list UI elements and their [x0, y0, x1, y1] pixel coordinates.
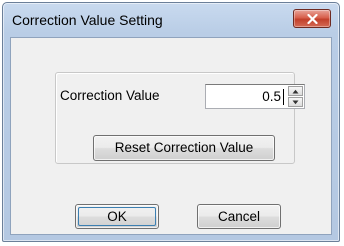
title-bar[interactable]: Correction Value Setting — [3, 3, 339, 37]
correction-value-label: Correction Value — [60, 88, 160, 103]
correction-value-input[interactable] — [208, 87, 284, 106]
triangle-up-icon — [292, 89, 299, 94]
window-title: Correction Value Setting — [12, 12, 163, 28]
ok-button[interactable]: OK — [75, 204, 159, 229]
dialog-body: Correction Value Reset Correction Value … — [10, 37, 332, 235]
correction-value-spinbox[interactable] — [205, 84, 305, 109]
reset-correction-value-button[interactable]: Reset Correction Value — [93, 135, 275, 161]
spin-down-button[interactable] — [288, 97, 303, 107]
triangle-down-icon — [292, 100, 299, 105]
dialog-window: Correction Value Setting Correction Valu… — [2, 2, 340, 242]
close-button[interactable] — [293, 9, 331, 28]
spin-up-button[interactable] — [288, 86, 303, 96]
text-caret — [283, 89, 284, 105]
spin-buttons — [288, 86, 303, 107]
cancel-button[interactable]: Cancel — [197, 204, 281, 229]
close-icon — [307, 14, 318, 24]
